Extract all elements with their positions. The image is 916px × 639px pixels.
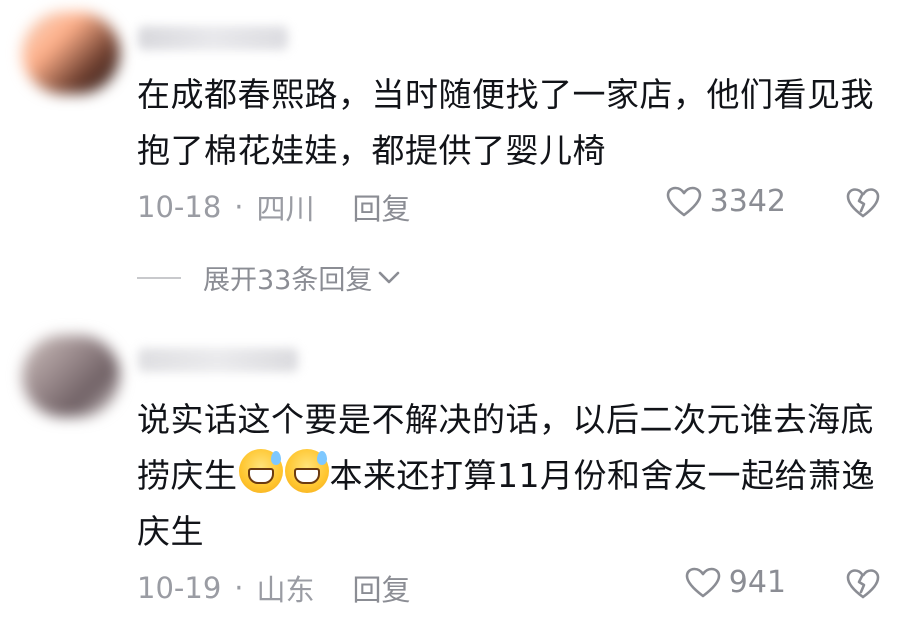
divider-line [137, 276, 181, 279]
expand-replies-button[interactable]: 展开33条回复 [137, 258, 400, 297]
like-count: 941 [728, 565, 786, 600]
grinning-sweat-emoji [238, 449, 283, 493]
comment-meta: 10-18 · 四川 回复 [137, 186, 411, 228]
avatar[interactable] [22, 12, 120, 94]
comment-date: 10-19 [137, 571, 222, 605]
grinning-sweat-emoji [284, 449, 329, 493]
comment-text: 说实话这个要是不解决的话，以后二次元谁去海底捞庆生 本来还打算11月份和舍友一起给… [137, 392, 897, 560]
comment-location: 四川 [256, 192, 315, 226]
username-blurred[interactable] [138, 348, 298, 372]
broken-heart-icon[interactable] [846, 568, 880, 600]
like-button[interactable]: 3342 [666, 184, 786, 219]
comment-text: 在成都春熙路，当时随便找了一家店，他们看见我抱了棉花娃娃，都提供了婴儿椅 [137, 75, 874, 170]
broken-heart-icon[interactable] [846, 187, 880, 219]
avatar[interactable] [22, 335, 120, 417]
expand-replies-label: 展开33条回复 [203, 265, 373, 296]
heart-outline-icon [685, 567, 721, 597]
comment-meta: 10-19 · 山东 回复 [137, 567, 411, 609]
separator-dot: · [234, 190, 244, 224]
reply-button[interactable]: 回复 [353, 567, 411, 609]
chevron-down-icon [379, 271, 400, 283]
heart-outline-icon [666, 186, 701, 216]
like-count: 3342 [709, 184, 786, 219]
comment-date: 10-18 [137, 190, 222, 224]
separator-dot: · [234, 571, 244, 605]
comment-location: 山东 [256, 573, 315, 607]
username-blurred[interactable] [138, 26, 288, 50]
like-button[interactable]: 941 [685, 565, 786, 600]
reply-button[interactable]: 回复 [353, 186, 411, 228]
